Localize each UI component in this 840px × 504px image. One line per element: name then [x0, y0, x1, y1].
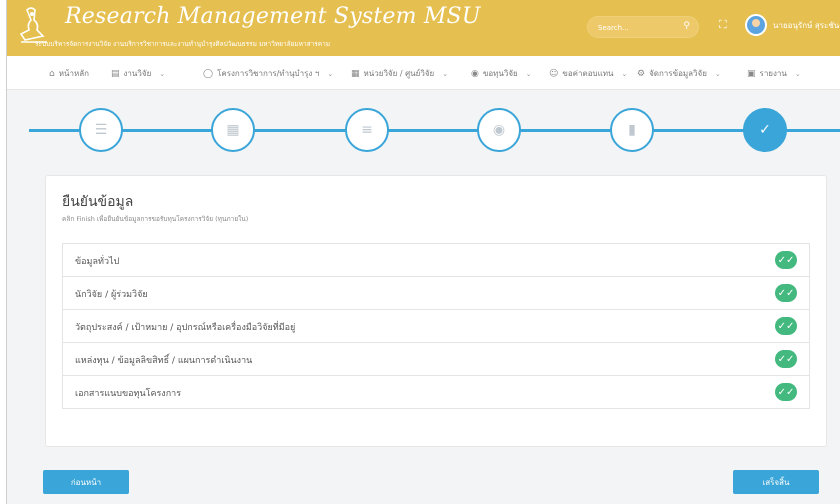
search-box[interactable]: ⚲	[587, 16, 699, 38]
file-icon: ▮	[628, 122, 636, 138]
nav-item-label: ขอค่าตอบแทน	[562, 69, 614, 78]
list-item-label: วัตถุประสงค์ / เป้าหมาย / อุปกรณ์หรือเคร…	[75, 323, 296, 333]
check-icon: ✓✓	[775, 251, 797, 269]
coin-icon: ◉	[471, 68, 479, 79]
list-item[interactable]: วัตถุประสงค์ / เป้าหมาย / อุปกรณ์หรือเคร…	[62, 309, 810, 343]
step-1[interactable]: ☰	[79, 108, 123, 152]
nav-item-data-management[interactable]: ⚙ จัดการข้อมูลวิจัย ⌄	[637, 67, 721, 80]
home-icon: ⌂	[49, 68, 55, 79]
step-5[interactable]: ▮	[610, 108, 654, 152]
nav-item-label: หน่วยวิจัย / ศูนย์วิจัย	[363, 69, 435, 78]
chevron-down-icon: ⌄	[621, 69, 628, 78]
chevron-down-icon: ⌄	[159, 69, 166, 78]
nav-item-label: จัดการข้อมูลวิจัย	[649, 69, 707, 78]
main-nav: ⌂ หน้าหลัก ▤ งานวิจัย ⌄ ◯ โครงการวิชาการ…	[7, 56, 840, 90]
nav-item-label: ขอทุนวิจัย	[482, 69, 518, 78]
list-item[interactable]: นักวิจัย / ผู้ร่วมวิจัย ✓✓	[62, 276, 810, 310]
check-icon: ✓✓	[775, 284, 797, 302]
check-icon: ✓✓	[775, 317, 797, 335]
list-item-label: นักวิจัย / ผู้ร่วมวิจัย	[75, 290, 148, 300]
nav-item-label: รายงาน	[759, 69, 787, 78]
app-frame: Research Management System MSU ระบบบริหา…	[6, 0, 840, 504]
gear-icon: ⚙	[637, 68, 646, 79]
step-3[interactable]: ≡	[345, 108, 389, 152]
search-icon[interactable]: ⚲	[683, 21, 690, 31]
confirm-list: ข้อมูลทั่วไป ✓✓ นักวิจัย / ผู้ร่วมวิจัย …	[62, 243, 810, 409]
list-item-label: เอกสารแนบขอทุนโครงการ	[75, 389, 182, 399]
nav-item-label: หน้าหลัก	[58, 69, 89, 78]
document-icon: ▤	[111, 68, 120, 79]
list-item[interactable]: ข้อมูลทั่วไป ✓✓	[62, 243, 810, 277]
app-header: Research Management System MSU ระบบบริหา…	[7, 0, 840, 56]
nav-item-compensation[interactable]: ☺ ขอค่าตอบแทน ⌄	[549, 67, 627, 80]
chevron-down-icon: ⌄	[714, 69, 721, 78]
money-icon: ◉	[492, 122, 506, 138]
card-title: ยืนยันข้อมูล	[62, 194, 134, 210]
book-icon: ▦	[226, 122, 240, 138]
step-6-active[interactable]: ✓	[743, 108, 787, 152]
people-icon: ☺	[549, 68, 559, 79]
nav-item-reports[interactable]: ▣ รายงาน ⌄	[747, 67, 801, 80]
nav-item-label: โครงการวิชาการ/ทำนุบำรุง ฯ	[217, 69, 320, 78]
user-name[interactable]: นายอนุรักษ์ สุระชันต์ ⌄	[773, 19, 840, 32]
list-item[interactable]: เอกสารแนบขอทุนโครงการ ✓✓	[62, 375, 810, 409]
check-icon: ✓✓	[775, 350, 797, 368]
list-item-label: ข้อมูลทั่วไป	[75, 257, 120, 267]
search-input[interactable]	[598, 21, 674, 35]
check-icon: ✓	[759, 122, 771, 138]
building-icon: ▦	[351, 68, 360, 79]
step-4[interactable]: ◉	[477, 108, 521, 152]
step-2[interactable]: ▦	[211, 108, 255, 152]
previous-button[interactable]: ก่อนหน้า	[43, 470, 129, 494]
list-icon: ☰	[94, 122, 108, 138]
card-subtitle: คลิก Finish เพื่อยืนยันข้อมูลการขอรับทุน…	[62, 215, 249, 223]
nav-item-academic-projects[interactable]: ◯ โครงการวิชาการ/ทำนุบำรุง ฯ ⌄	[203, 67, 333, 80]
report-icon: ▣	[747, 68, 756, 79]
finish-button[interactable]: เสร็จสิ้น	[733, 470, 819, 494]
nav-item-label: งานวิจัย	[123, 69, 152, 78]
app-subtitle: ระบบบริหารจัดการงานวิจัย งานบริการวิชากา…	[35, 40, 330, 48]
chevron-down-icon: ⌄	[525, 69, 532, 78]
nav-item-grants[interactable]: ◉ ขอทุนวิจัย ⌄	[471, 67, 532, 80]
nav-item-research[interactable]: ▤ งานวิจัย ⌄	[111, 67, 165, 80]
nav-item-home[interactable]: ⌂ หน้าหลัก	[49, 67, 89, 80]
check-icon: ✓✓	[775, 383, 797, 401]
list-item-label: แหล่งทุน / ข้อมูลลิขสิทธิ์ / แผนการดำเนิ…	[75, 356, 253, 366]
chevron-down-icon: ⌄	[327, 69, 334, 78]
app-title: Research Management System MSU	[65, 4, 481, 29]
chevron-down-icon: ⌄	[442, 69, 449, 78]
checklist-icon: ≡	[361, 122, 373, 138]
stepper-track	[29, 129, 840, 132]
fullscreen-icon[interactable]: ⛶	[719, 18, 733, 32]
shield-icon: ◯	[203, 68, 214, 79]
avatar[interactable]	[745, 14, 767, 36]
chevron-down-icon: ⌄	[794, 69, 801, 78]
nav-item-research-units[interactable]: ▦ หน่วยวิจัย / ศูนย์วิจัย ⌄	[351, 67, 448, 80]
list-item[interactable]: แหล่งทุน / ข้อมูลลิขสิทธิ์ / แผนการดำเนิ…	[62, 342, 810, 376]
confirm-card: ยืนยันข้อมูล คลิก Finish เพื่อยืนยันข้อม…	[45, 175, 827, 447]
